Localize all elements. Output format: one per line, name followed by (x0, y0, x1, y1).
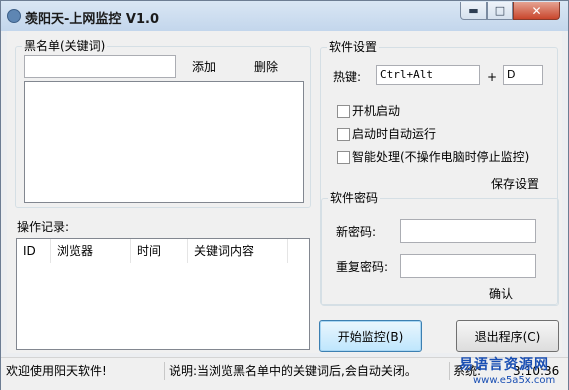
minimize-icon: ▬ (468, 4, 479, 17)
status-welcome: 欢迎使用阳天软件! (6, 362, 165, 380)
client-area: 黑名单(关键词) 添加 删除 操作记录: ID 浏览器 时间 关键词内容 软件设… (7, 31, 562, 353)
start-monitor-button[interactable]: 开始监控(B) (319, 320, 422, 352)
new-password-input[interactable] (400, 219, 536, 243)
confirm-password-button[interactable]: 确认 (489, 287, 513, 301)
smart-mode-checkbox[interactable] (337, 151, 350, 164)
hotkey-key-field[interactable]: D (503, 65, 543, 85)
autostart-label[interactable]: 开机启动 (352, 104, 400, 118)
repeat-password-input[interactable] (400, 254, 536, 278)
settings-group-title: 软件设置 (327, 40, 380, 54)
close-button[interactable]: ✕ (513, 2, 560, 20)
log-table[interactable]: ID 浏览器 时间 关键词内容 (16, 238, 310, 350)
exit-button[interactable]: 退出程序(C) (456, 320, 559, 352)
settings-group: 软件设置 热键: Ctrl+Alt + D 开机启动 启动时自动运行 智能处理(… (320, 40, 559, 306)
main-window: 羡阳天-上网监控 V1.0 ▬ □ ✕ 黑名单(关键词) 添加 删除 操作记录:… (0, 0, 569, 390)
save-settings-button[interactable]: 保存设置 (491, 177, 539, 191)
hotkey-label: 热键: (333, 70, 362, 84)
close-icon: ✕ (531, 3, 542, 18)
autostart-checkbox[interactable] (337, 105, 350, 118)
log-label: 操作记录: (17, 220, 70, 234)
blacklist-group: 黑名单(关键词) 添加 删除 (15, 39, 311, 208)
hotkey-modifier-field[interactable]: Ctrl+Alt (376, 65, 480, 85)
password-group-title: 软件密码 (328, 191, 381, 205)
title-bar[interactable]: 羡阳天-上网监控 V1.0 ▬ □ ✕ (1, 1, 568, 31)
status-note: 说明:当浏览黑名单中的关键词后,会自动关闭。 (169, 362, 450, 380)
new-password-label: 新密码: (336, 225, 377, 239)
auto-run-checkbox[interactable] (337, 128, 350, 141)
keyword-input[interactable] (24, 55, 176, 78)
auto-run-label[interactable]: 启动时自动运行 (352, 127, 436, 141)
blacklist-group-title: 黑名单(关键词) (22, 39, 108, 53)
log-column-header[interactable]: ID (17, 239, 51, 263)
watermark-logo: 易语言资源网 (459, 357, 549, 373)
app-icon (7, 9, 21, 23)
log-column-header[interactable]: 关键词内容 (188, 239, 288, 263)
add-button[interactable]: 添加 (192, 60, 216, 74)
maximize-button[interactable]: □ (487, 2, 513, 20)
log-column-header[interactable]: 时间 (131, 239, 188, 263)
delete-button[interactable]: 删除 (254, 60, 278, 74)
hotkey-plus: + (487, 70, 498, 84)
log-column-header[interactable]: 浏览器 (51, 239, 131, 263)
minimize-button[interactable]: ▬ (460, 2, 487, 20)
smart-mode-label[interactable]: 智能处理(不操作电脑时停止监控) (352, 150, 529, 164)
status-bar: 欢迎使用阳天软件! 说明:当浏览黑名单中的关键词后,会自动关闭。 系统: 3:1… (1, 357, 568, 390)
window-title: 羡阳天-上网监控 V1.0 (25, 12, 160, 27)
maximize-icon: □ (494, 4, 506, 17)
watermark-url: www.e5a5x.com (473, 375, 556, 386)
repeat-password-label: 重复密码: (336, 260, 389, 274)
blacklist-list[interactable] (24, 81, 304, 203)
password-group: 软件密码 新密码: 重复密码: 确认 (321, 191, 559, 306)
